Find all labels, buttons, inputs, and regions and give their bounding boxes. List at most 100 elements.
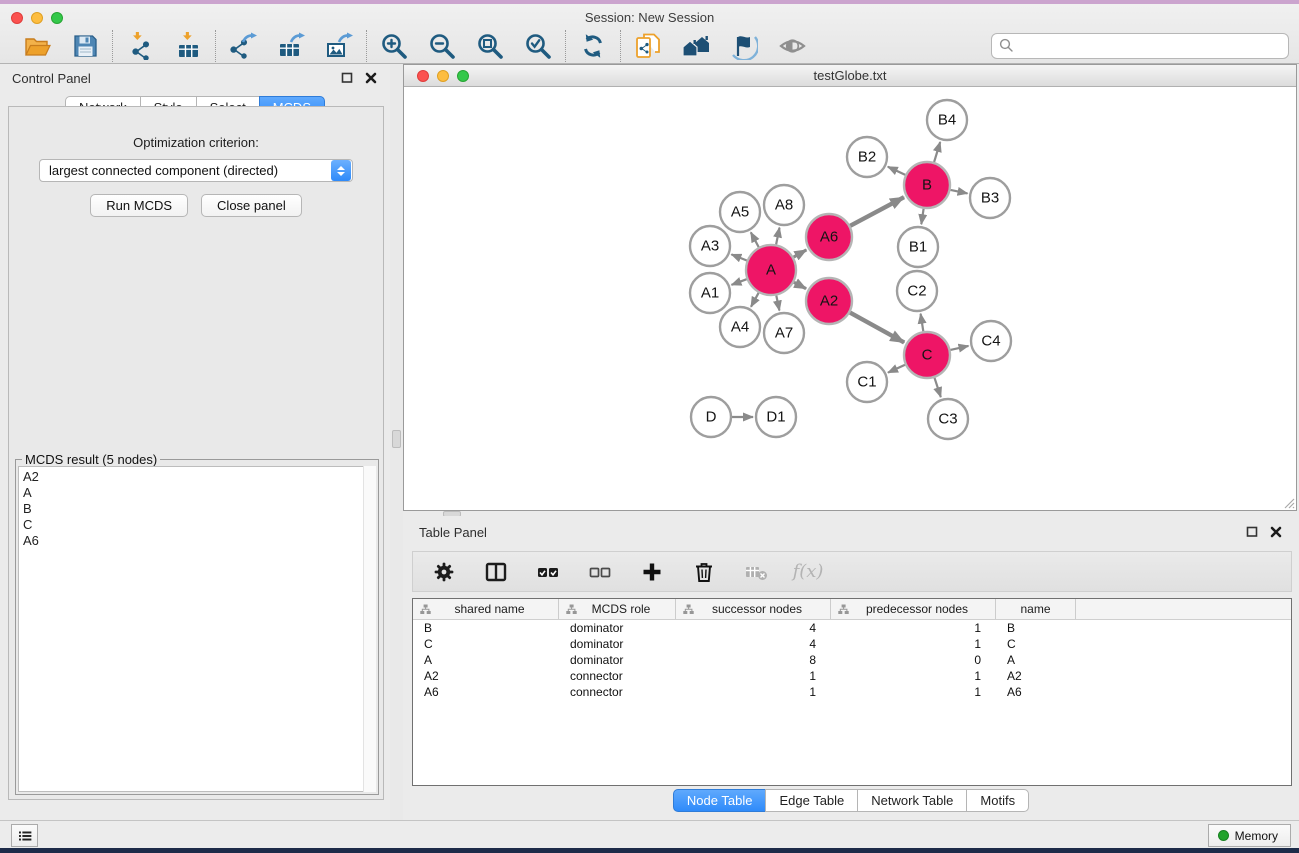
table-cell[interactable]: 4 (676, 637, 831, 651)
close-panel-button[interactable]: Close panel (201, 194, 302, 217)
graph-node-B1[interactable]: B1 (898, 227, 938, 267)
graph-edge-B-B1[interactable] (921, 209, 923, 224)
table-cell[interactable]: 0 (831, 653, 996, 667)
table-tab-network-table[interactable]: Network Table (857, 789, 967, 812)
table-cell[interactable]: B (996, 621, 1076, 635)
graph-node-B3[interactable]: B3 (970, 178, 1010, 218)
table-cell[interactable]: A (413, 653, 559, 667)
graph-edge-A-A2[interactable] (794, 282, 806, 288)
export-network-icon[interactable] (228, 31, 258, 61)
graph-node-A[interactable]: A (746, 245, 796, 295)
column-header-predecessor-nodes[interactable]: predecessor nodes (831, 599, 996, 619)
table-row[interactable]: Cdominator41C (413, 636, 1291, 652)
graph-node-B2[interactable]: B2 (847, 137, 887, 177)
table-cell[interactable]: 1 (831, 669, 996, 683)
table-cell[interactable]: B (413, 621, 559, 635)
column-header-MCDS-role[interactable]: MCDS role (559, 599, 676, 619)
graph-edge-A-A5[interactable] (751, 232, 759, 247)
graph-edge-C-C2[interactable] (921, 314, 924, 332)
column-header-name[interactable]: name (996, 599, 1076, 619)
table-cell[interactable]: A6 (413, 685, 559, 699)
table-tab-motifs[interactable]: Motifs (966, 789, 1029, 812)
graph-node-B4[interactable]: B4 (927, 100, 967, 140)
result-item-a6[interactable]: A6 (23, 533, 375, 549)
table-cell[interactable]: 1 (831, 621, 996, 635)
graph-node-D1[interactable]: D1 (756, 397, 796, 437)
table-cell[interactable]: C (413, 637, 559, 651)
table-cell[interactable]: A (996, 653, 1076, 667)
export-image-icon[interactable] (324, 31, 354, 61)
panel-menu-button[interactable] (11, 824, 38, 847)
save-session-icon[interactable] (70, 31, 100, 61)
graph-edge-C-C1[interactable] (888, 365, 905, 373)
table-cell[interactable]: 8 (676, 653, 831, 667)
graph-node-C3[interactable]: C3 (928, 399, 968, 439)
graph-edge-A-A7[interactable] (776, 296, 779, 311)
zoom-fit-icon[interactable] (475, 31, 505, 61)
export-table-icon[interactable] (276, 31, 306, 61)
table-cell[interactable]: A2 (413, 669, 559, 683)
table-cell[interactable]: connector (559, 669, 676, 683)
open-file-icon[interactable] (22, 31, 52, 61)
graph-edge-A-A1[interactable] (732, 279, 747, 285)
show-columns-icon[interactable] (483, 559, 509, 585)
graph-node-A4[interactable]: A4 (720, 307, 760, 347)
table-row[interactable]: A6connector11A6 (413, 684, 1291, 700)
table-cell[interactable]: 1 (831, 685, 996, 699)
graph-edge-B-B2[interactable] (888, 167, 906, 175)
zoom-out-icon[interactable] (427, 31, 457, 61)
result-scrollbar[interactable] (363, 466, 376, 792)
memory-button[interactable]: Memory (1208, 824, 1291, 847)
add-column-icon[interactable] (639, 559, 665, 585)
close-table-panel-icon[interactable] (1269, 525, 1283, 539)
graph-node-C2[interactable]: C2 (897, 271, 937, 311)
resize-grip-icon[interactable] (1281, 495, 1295, 509)
column-header-shared-name[interactable]: shared name (413, 599, 559, 619)
table-cell[interactable]: dominator (559, 653, 676, 667)
graph-node-A5[interactable]: A5 (720, 192, 760, 232)
graph-node-C[interactable]: C (904, 332, 950, 378)
table-row[interactable]: Adominator80A (413, 652, 1291, 668)
result-item-a[interactable]: A (23, 485, 375, 501)
zoom-in-icon[interactable] (379, 31, 409, 61)
table-cell[interactable]: A2 (996, 669, 1076, 683)
graph-edge-B-B3[interactable] (951, 190, 968, 194)
result-item-b[interactable]: B (23, 501, 375, 517)
graph-node-A6[interactable]: A6 (806, 214, 852, 260)
table-cell[interactable]: 1 (676, 669, 831, 683)
table-row[interactable]: A2connector11A2 (413, 668, 1291, 684)
result-item-a2[interactable]: A2 (23, 469, 375, 485)
graph-node-C4[interactable]: C4 (971, 321, 1011, 361)
graph-node-C1[interactable]: C1 (847, 362, 887, 402)
table-cell[interactable]: dominator (559, 621, 676, 635)
graph-edge-C-C3[interactable] (935, 378, 941, 397)
graph-edge-C-C4[interactable] (950, 346, 968, 350)
float-table-panel-icon[interactable] (1245, 525, 1259, 539)
column-header-successor-nodes[interactable]: successor nodes (676, 599, 831, 619)
search-input[interactable] (991, 33, 1289, 59)
graph-edge-A-A8[interactable] (776, 228, 779, 245)
refresh-layout-icon[interactable] (578, 31, 608, 61)
table-cell[interactable]: dominator (559, 637, 676, 651)
delete-column-icon[interactable] (691, 559, 717, 585)
graph-node-A8[interactable]: A8 (764, 185, 804, 225)
zoom-selected-icon[interactable] (523, 31, 553, 61)
table-cell[interactable]: A6 (996, 685, 1076, 699)
splitter-grip[interactable] (392, 430, 401, 448)
table-cell[interactable]: 1 (831, 637, 996, 651)
graph-edge-B-B4[interactable] (934, 142, 940, 162)
table-options-gear-icon[interactable] (431, 559, 457, 585)
graph-node-D[interactable]: D (691, 397, 731, 437)
graph-node-A2[interactable]: A2 (806, 278, 852, 324)
graph-node-A3[interactable]: A3 (690, 226, 730, 266)
graph-edge-A2-C[interactable] (850, 313, 904, 343)
duplicate-network-icon[interactable] (633, 31, 663, 61)
import-table-icon[interactable] (173, 31, 203, 61)
table-cell[interactable]: 4 (676, 621, 831, 635)
graph-edge-A-A6[interactable] (794, 250, 807, 257)
result-item-c[interactable]: C (23, 517, 375, 533)
graph-node-A1[interactable]: A1 (690, 273, 730, 313)
run-mcds-button[interactable]: Run MCDS (90, 194, 188, 217)
table-tab-edge-table[interactable]: Edge Table (765, 789, 858, 812)
table-cell[interactable]: 1 (676, 685, 831, 699)
